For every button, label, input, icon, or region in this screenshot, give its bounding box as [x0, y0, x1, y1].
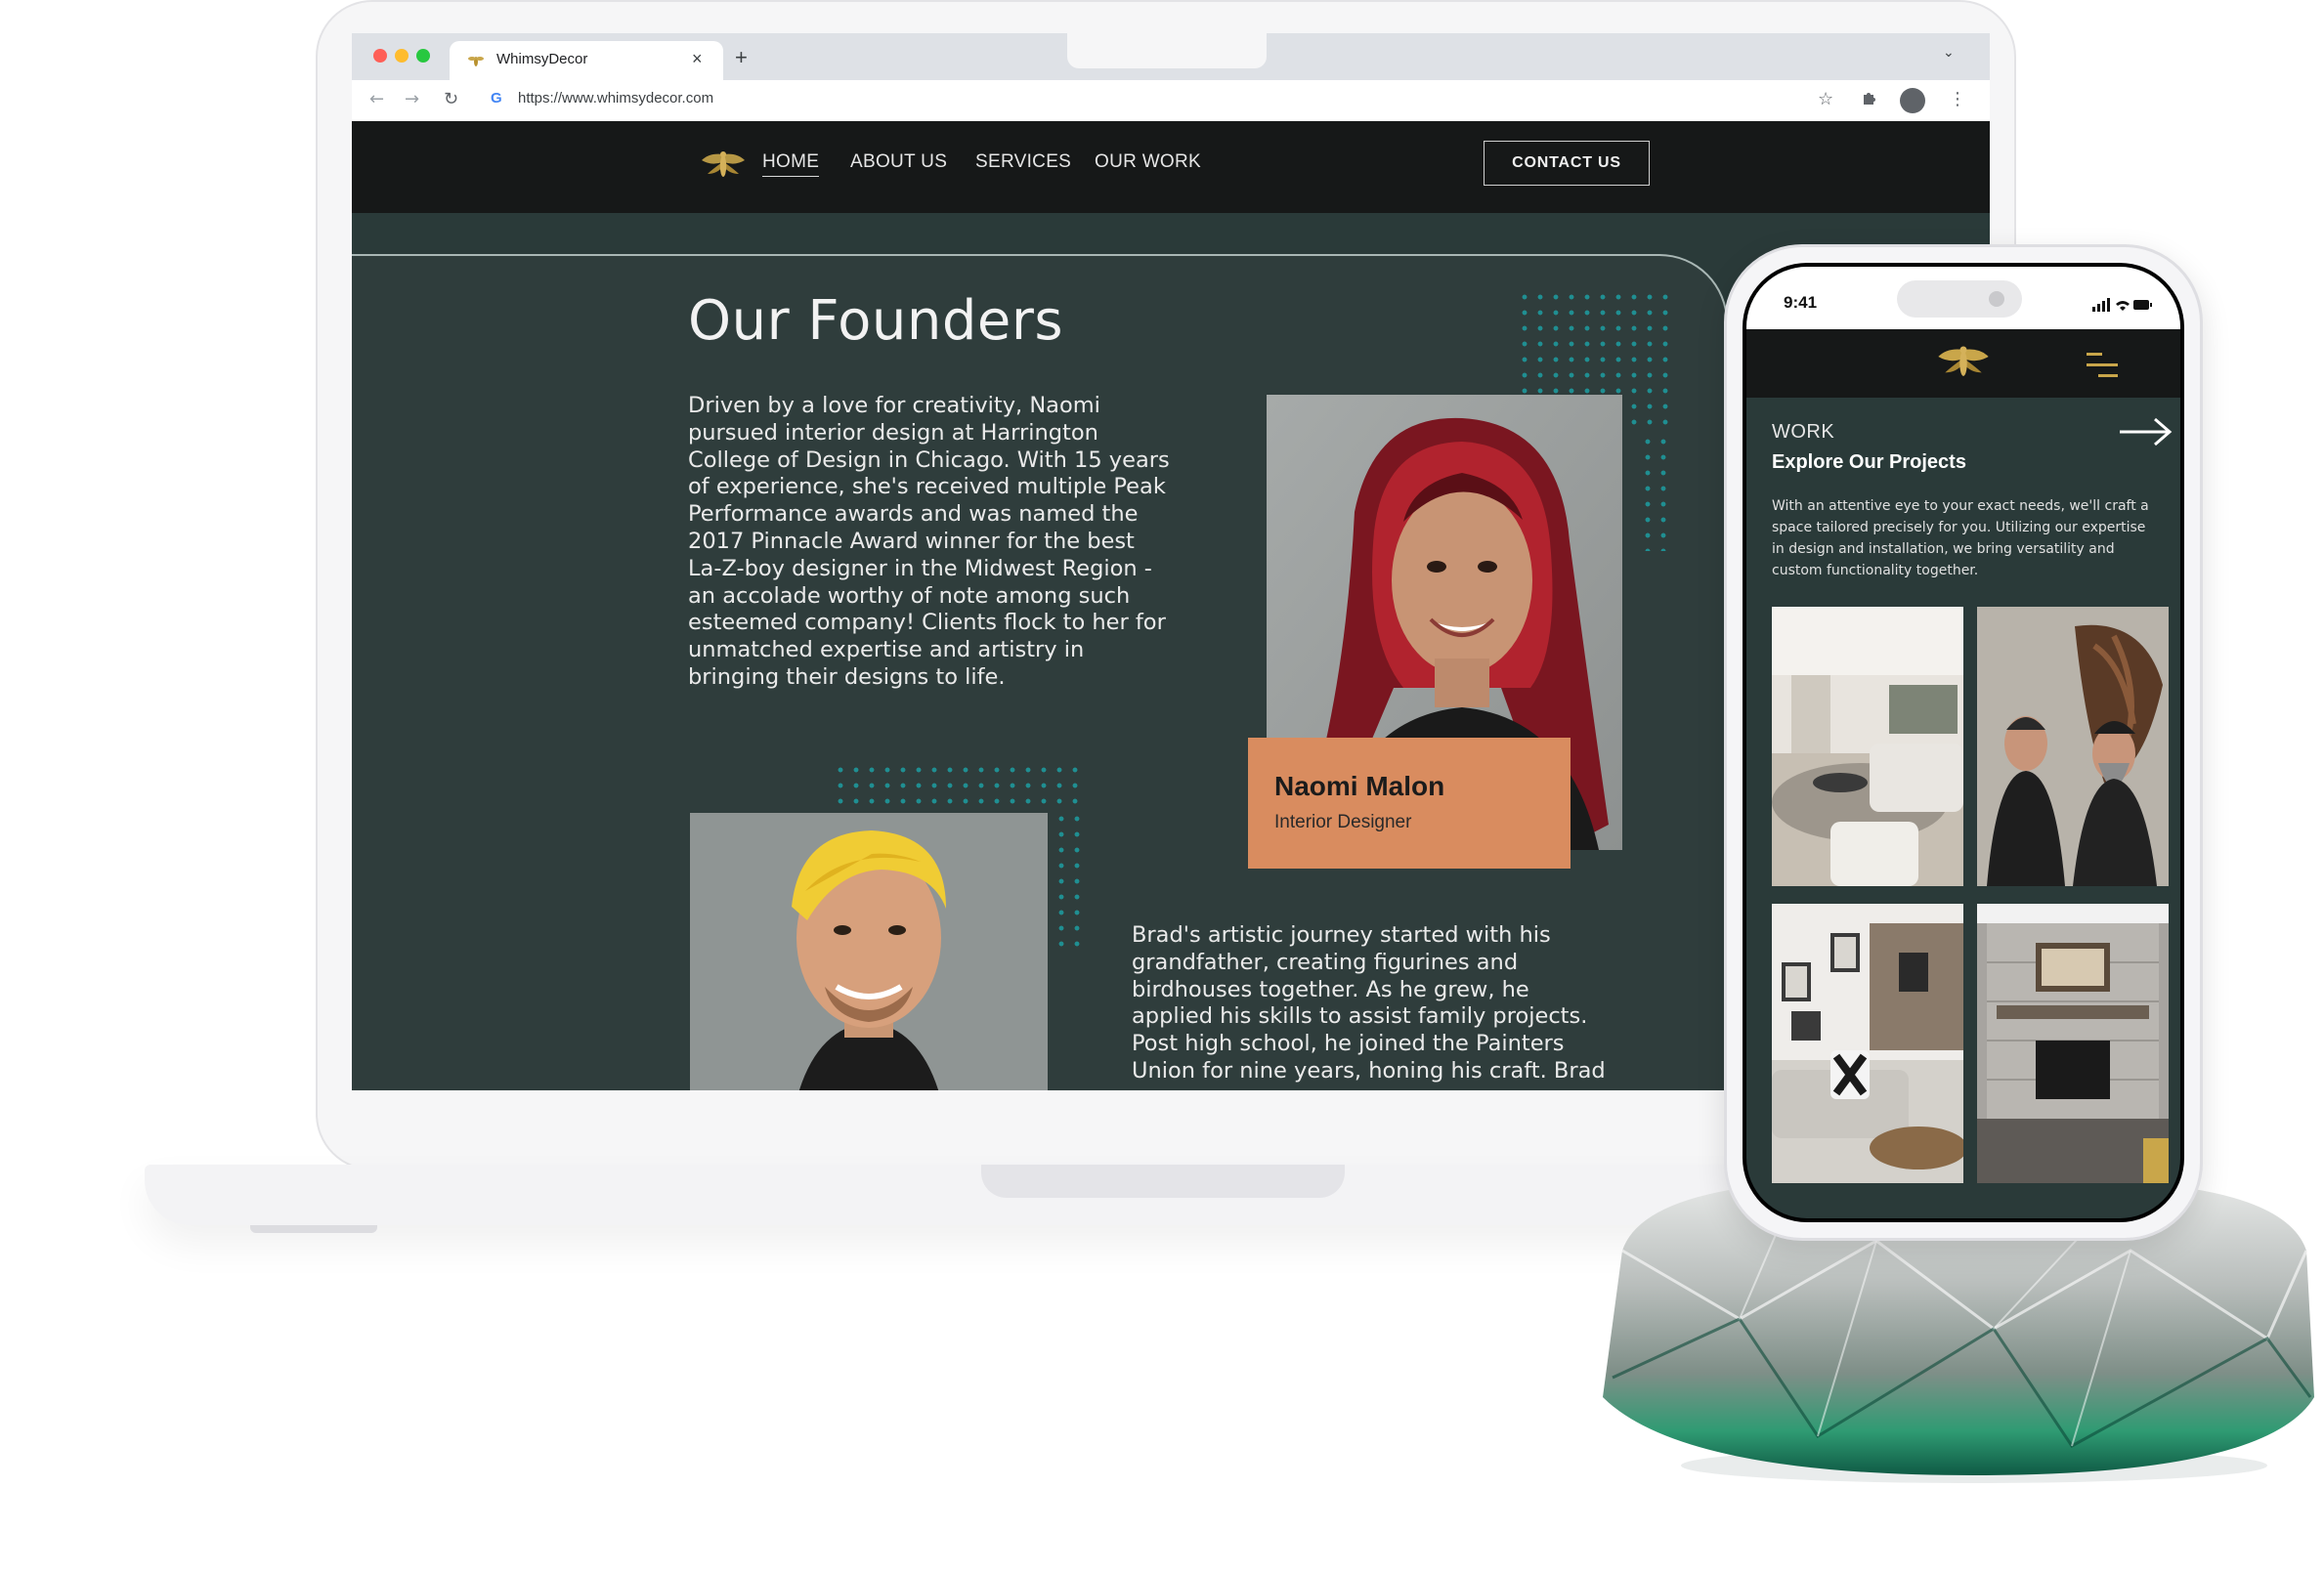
bio-line: Driven by a love for creativity, Naomi — [688, 393, 1100, 418]
phone-navbar — [1746, 329, 2180, 398]
bio-line: grandfather, creating figurines and — [1132, 949, 1519, 975]
bio-line: esteemed company! Clients flock to her f… — [688, 610, 1166, 636]
bio-line: birdhouses together. As he grew, he — [1132, 976, 1529, 1002]
tab-title: WhimsyDecor — [496, 51, 588, 67]
tab-close-icon[interactable]: × — [692, 49, 703, 69]
bookmark-star-icon[interactable]: ☆ — [1818, 89, 1833, 109]
naomi-role: Interior Designer — [1274, 812, 1412, 832]
bee-favicon-icon — [467, 52, 485, 69]
bio-line: of experience, she's received multiple P… — [688, 474, 1166, 500]
bio-line: Post high school, he joined the Painters — [1132, 1031, 1565, 1057]
bio-line: 2017 Pinnacle Award winner for the best — [688, 528, 1135, 554]
phone-bezel: 9:41 WORK Explore Our Projects With an a… — [1743, 263, 2184, 1222]
bio-line: unmatched expertise and artistry in — [688, 637, 1085, 663]
status-time: 9:41 — [1784, 293, 1818, 312]
founders-heading: Our Founders — [688, 289, 1064, 353]
dot-pattern-decoration — [1640, 434, 1673, 551]
status-bar: 9:41 — [1746, 267, 2180, 329]
description-line: space tailored precisely for you. Utiliz… — [1772, 520, 2146, 535]
bee-logo-icon[interactable] — [1934, 343, 1993, 384]
laptop-foot — [250, 1225, 377, 1233]
work-description: With an attentive eye to your exact need… — [1772, 495, 2173, 581]
brad-portrait-photo — [690, 813, 1048, 1090]
description-line: custom functionality together. — [1772, 563, 1979, 578]
bio-line: Brad's artistic journey started with his — [1132, 922, 1551, 948]
tab-bar: WhimsyDecor × + ⌄ — [352, 33, 1990, 80]
forward-arrow-icon[interactable]: → — [405, 89, 419, 109]
profile-avatar-icon[interactable] — [1900, 88, 1925, 113]
extensions-puzzle-icon[interactable] — [1861, 89, 1878, 111]
url-field[interactable]: https://www.whimsydecor.com — [518, 90, 713, 106]
project-photo-living-room[interactable] — [1772, 607, 1963, 886]
bee-logo-icon[interactable] — [700, 149, 747, 184]
google-g-icon: G — [491, 90, 502, 106]
laptop-base-notch — [981, 1165, 1345, 1198]
bio-line: La-Z-boy designer in the Midwest Region … — [688, 555, 1152, 581]
nav-services[interactable]: SERVICES — [975, 151, 1071, 173]
camera-notch — [1067, 33, 1267, 68]
project-photo-sofa-room[interactable] — [1772, 904, 1963, 1183]
bio-line: bringing their designs to life. — [688, 663, 1006, 690]
phone-screen: 9:41 WORK Explore Our Projects With an a… — [1746, 267, 2180, 1218]
back-arrow-icon[interactable]: ← — [369, 89, 384, 109]
bio-line: applied his skills to assist family proj… — [1132, 1003, 1588, 1030]
minimize-window-button[interactable] — [395, 49, 409, 63]
address-bar: ← → ↻ G https://www.whimsydecor.com ☆ ⋮ — [352, 80, 1990, 121]
contact-us-button[interactable]: CONTACT US — [1484, 141, 1650, 186]
reload-icon[interactable]: ↻ — [444, 89, 458, 109]
explore-projects-title: Explore Our Projects — [1772, 451, 1966, 473]
naomi-bio: Driven by a love for creativity, Naomi p… — [688, 393, 1196, 692]
description-line: in design and installation, we bring ver… — [1772, 541, 2115, 557]
project-photo-founders[interactable] — [1977, 607, 2169, 886]
site-navbar: HOME ABOUT US SERVICES OUR WORK CONTACT … — [352, 121, 1990, 213]
browser-tab[interactable]: WhimsyDecor × — [450, 41, 723, 80]
description-line: With an attentive eye to your exact need… — [1772, 498, 2149, 514]
work-label: WORK — [1772, 421, 1835, 443]
bio-line: an accolade worthy of note among such — [688, 582, 1131, 609]
project-photo-fireplace[interactable] — [1977, 904, 2169, 1183]
dynamic-island — [1897, 280, 2022, 318]
maximize-window-button[interactable] — [416, 49, 430, 63]
kebab-menu-icon[interactable]: ⋮ — [1949, 89, 1966, 109]
bio-line: College of Design in Chicago. With 15 ye… — [688, 446, 1170, 473]
new-tab-button[interactable]: + — [735, 45, 748, 70]
naomi-name: Naomi Malon — [1274, 771, 1445, 801]
bio-line: pursued interior design at Harrington — [688, 419, 1098, 446]
naomi-name-card: Naomi Malon Interior Designer — [1248, 738, 1571, 869]
nav-about-us[interactable]: ABOUT US — [850, 151, 947, 173]
header-strip — [352, 213, 1990, 254]
brad-bio: Brad's artistic journey started with his… — [1132, 922, 1620, 1085]
close-window-button[interactable] — [373, 49, 387, 63]
tab-search-chevron-icon[interactable]: ⌄ — [1943, 45, 1955, 61]
bio-line: Union for nine years, honing his craft. … — [1132, 1057, 1606, 1084]
nav-our-work[interactable]: OUR WORK — [1095, 151, 1201, 173]
nav-home[interactable]: HOME — [762, 151, 820, 177]
front-camera-icon — [1989, 291, 2004, 307]
signal-icon — [2092, 297, 2153, 316]
phone-frame: 9:41 WORK Explore Our Projects With an a… — [1724, 244, 2203, 1241]
dot-pattern-decoration — [1054, 811, 1083, 948]
bio-line: Performance awards and was named the — [688, 501, 1139, 528]
dot-pattern-decoration — [833, 762, 1083, 811]
right-arrow-icon[interactable] — [2118, 415, 2173, 448]
hamburger-menu-icon[interactable] — [2085, 351, 2120, 380]
